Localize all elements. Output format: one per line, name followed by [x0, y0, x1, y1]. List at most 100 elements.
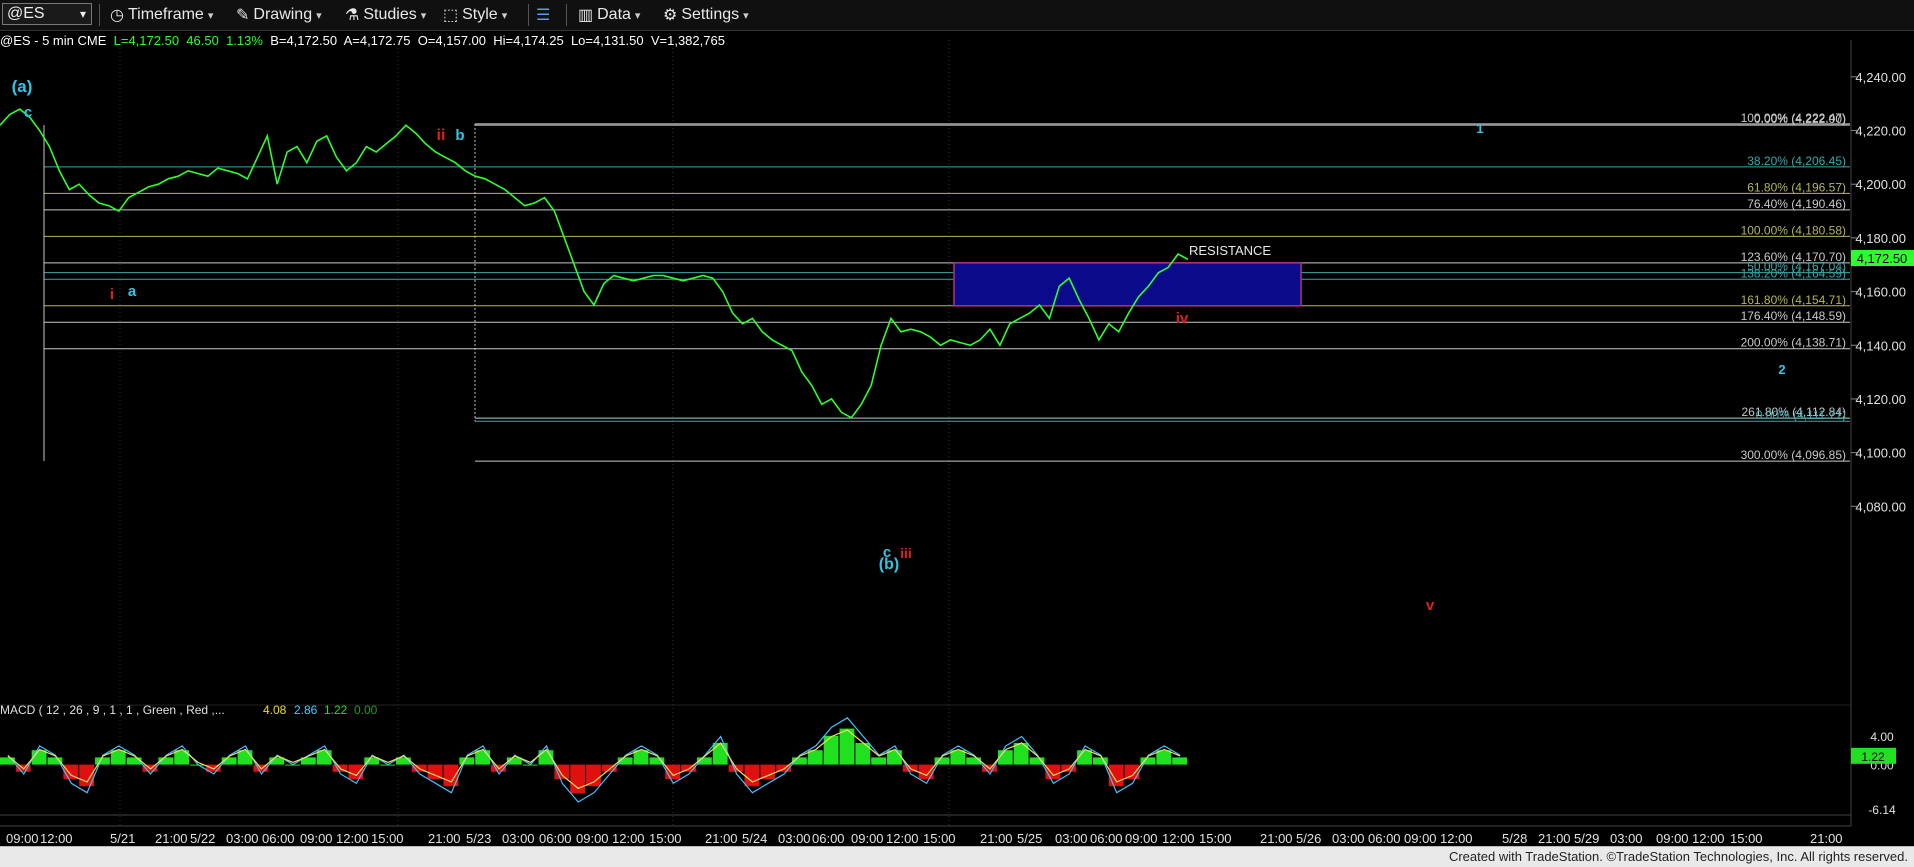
symbol-input[interactable]: @ES ▾	[2, 3, 92, 25]
macd-hist-bar	[1045, 764, 1061, 779]
macd-current-label: 1.22	[1861, 750, 1885, 764]
fib-level-label: 76.40% (4,190.46)	[1747, 197, 1846, 211]
x-tick-label: 06:00	[1368, 831, 1401, 846]
macd-hist-bar	[665, 764, 681, 779]
macd-hist-bar	[95, 757, 110, 765]
x-tick-label: 06:00	[262, 831, 295, 846]
drawing-button[interactable]: ✎ Drawing ▾	[236, 5, 322, 25]
x-tick-label: 15:00	[1199, 831, 1232, 846]
style-icon: ⬚	[443, 7, 459, 24]
x-tick-label: 09:00	[300, 831, 333, 846]
x-tick-label: 09:00	[1125, 831, 1158, 846]
symbol-line: @ES - 5 min CME	[0, 33, 107, 48]
flask-icon: ⚗	[345, 7, 360, 24]
fib-level-label: 61.80% (4,196.57)	[1747, 180, 1846, 194]
wave-label: ii	[437, 127, 446, 144]
x-tick-label: 15:00	[371, 831, 404, 846]
copyright-text: Created with TradeStation. ©TradeStation…	[1448, 849, 1908, 864]
style-button[interactable]: ⬚ Style ▾	[443, 5, 507, 25]
drawing-label: Drawing	[253, 6, 313, 23]
y-tick-label: 4,140.00	[1855, 338, 1906, 353]
macd-hist-bar	[918, 764, 934, 779]
macd-y-tick-label: 4.00	[1870, 730, 1894, 744]
x-tick-label: 03:00	[502, 831, 535, 846]
x-tick-label: 21:00	[1538, 831, 1571, 846]
settings-button[interactable]: ⚙ Settings ▾	[663, 5, 749, 25]
x-tick-label: 5/29	[1574, 831, 1599, 846]
fib-level-label: 138.20% (4,164.59)	[1741, 266, 1846, 280]
separator	[566, 4, 567, 26]
macd-hist-bar	[586, 764, 601, 787]
x-tick-label: 09:00	[851, 831, 884, 846]
layout-icon[interactable]: ☰	[536, 5, 550, 25]
fib-level-label: 100.00% (4,180.58)	[1741, 223, 1846, 237]
x-tick-label: 12:00	[40, 831, 73, 846]
net-change: 46.50	[186, 33, 219, 48]
symbol-value: @ES	[7, 5, 45, 22]
data-label: Data	[597, 6, 631, 23]
separator	[528, 4, 529, 26]
x-tick-label: 21:00	[1260, 831, 1293, 846]
high: Hi=4,174.25	[493, 33, 564, 48]
y-tick-label: 4,180.00	[1855, 231, 1906, 246]
clock-icon: ◷	[110, 7, 124, 24]
macd-value: 2.86	[294, 703, 318, 717]
x-tick-label: 12:00	[886, 831, 919, 846]
wave-label: b	[455, 127, 464, 144]
price-chart[interactable]: 4,240.00 4,220.00 4,200.00 4,180.00 4,160.00…	[0, 0, 1914, 846]
x-tick-label: 21:00	[705, 831, 738, 846]
fib-level-label: 0.00% (4,111.71)	[1756, 408, 1846, 422]
x-tick-label: 5/21	[110, 831, 135, 846]
timeframe-label: Timeframe	[127, 6, 204, 23]
last-price: L=4,172.50	[113, 33, 180, 48]
macd-params-label: MACD ( 12 , 26 , 9 , 1 , 1 , Green , Red…	[0, 703, 225, 717]
y-tick-label: 4,200.00	[1855, 177, 1906, 192]
fib-level-label: 161.80% (4,154.71)	[1741, 293, 1846, 307]
x-tick-label: 09:00	[576, 831, 609, 846]
data-button[interactable]: ▥ Data ▾	[578, 5, 640, 25]
x-tick-label: 03:00	[1055, 831, 1088, 846]
fib-level-label: 38.20% (4,206.45)	[1747, 154, 1846, 168]
resistance-label: RESISTANCE	[1189, 243, 1271, 258]
fib-level-label: 300.00% (4,096.85)	[1741, 448, 1846, 462]
wave-label: iv	[1176, 310, 1189, 327]
x-tick-label: 03:00	[1610, 831, 1643, 846]
chevron-down-icon: ▾	[316, 9, 322, 22]
x-tick-label: 12:00	[1440, 831, 1473, 846]
ask: A=4,172.75	[343, 33, 411, 48]
footer: Created with TradeStation. ©TradeStation…	[0, 846, 1914, 867]
fib-level-label: 0.00% (4,222.00)	[1754, 112, 1846, 126]
wave-label: i	[110, 286, 114, 303]
macd-hist-bar	[1108, 764, 1124, 787]
fib-level-label: 176.40% (4,148.59)	[1741, 309, 1846, 323]
bid: B=4,172.50	[270, 33, 338, 48]
timeframe-button[interactable]: ◷ Timeframe ▾	[110, 5, 213, 25]
x-tick-label: 15:00	[1730, 831, 1763, 846]
x-tick-label: 09:00	[6, 831, 39, 846]
x-tick-label: 09:00	[1656, 831, 1689, 846]
x-tick-label: 15:00	[923, 831, 956, 846]
macd-hist-bar	[1124, 764, 1140, 779]
y-tick-label: 4,220.00	[1855, 124, 1906, 139]
y-tick-label: 4,080.00	[1855, 499, 1906, 514]
x-tick-label: 06:00	[539, 831, 572, 846]
macd-hist-bar	[1077, 750, 1092, 765]
separator	[99, 4, 100, 26]
macd-hist-bar	[997, 750, 1013, 765]
wave-label: (b)	[879, 556, 899, 573]
x-tick-label: 09:00	[1404, 831, 1437, 846]
studies-button[interactable]: ⚗ Studies ▾	[345, 5, 426, 25]
macd-value: 1.22	[324, 703, 348, 717]
x-tick-label: 21:00	[155, 831, 188, 846]
bar-chart-icon: ▥	[578, 7, 594, 24]
volume: V=1,382,765	[650, 33, 725, 48]
macd-hist-bar	[570, 764, 586, 794]
y-tick-label: 4,240.00	[1855, 70, 1906, 85]
chevron-down-icon[interactable]: ▾	[80, 7, 86, 21]
macd-hist-bar	[760, 764, 776, 779]
resistance-box	[953, 262, 1302, 307]
low: Lo=4,131.50	[570, 33, 644, 48]
x-tick-label: 5/28	[1502, 831, 1527, 846]
wave-label: v	[1426, 597, 1435, 614]
x-tick-label: 12:00	[1692, 831, 1725, 846]
